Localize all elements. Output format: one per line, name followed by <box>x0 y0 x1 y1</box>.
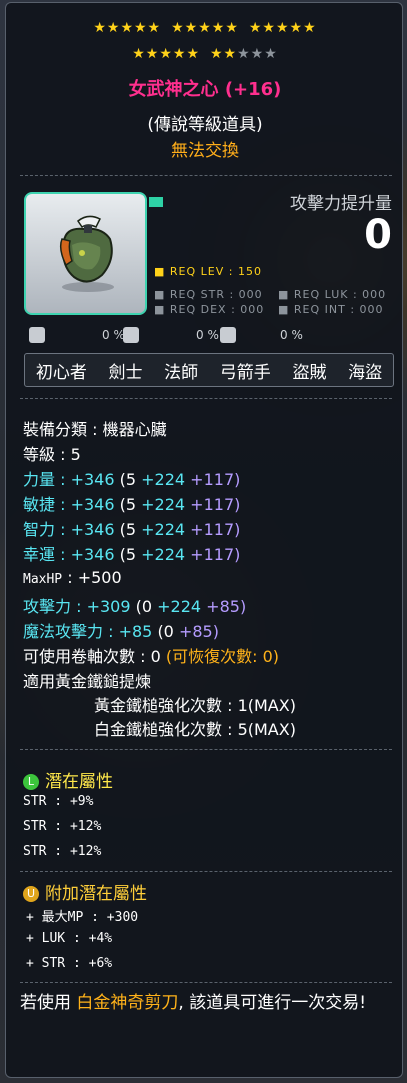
item-grade: (傳說等級道具) <box>147 115 263 135</box>
req-str: ■ REQ STR : 000 <box>154 288 263 301</box>
android-heart-icon <box>59 215 114 292</box>
job-pirate: 海盜 <box>348 362 383 383</box>
unique-additional-icon: U <box>23 886 39 902</box>
req-dex: ■ REQ DEX : 000 <box>154 303 265 316</box>
job-thief: 盜賊 <box>292 362 327 383</box>
upgrade-slots: 可使用卷軸次數 : 0 (可恢復次數: 0) <box>23 647 279 666</box>
mail-icon <box>123 327 139 343</box>
additional-potential-header: U 附加潛在屬性 <box>23 879 147 904</box>
item-level: 等級 : 5 <box>23 445 81 464</box>
item-name: 女武神之心 (+16) <box>128 79 282 100</box>
percent-2: 0 % <box>196 328 219 342</box>
stat-dex: 敏捷 : +346 (5 +224 +117) <box>23 495 241 514</box>
job-bowman: 弓箭手 <box>219 362 271 383</box>
legendary-potential-icon: L <box>23 774 39 790</box>
additional-line-2: + LUK : +4% <box>26 931 113 946</box>
percent-3: 0 % <box>280 328 303 342</box>
stat-str: 力量 : +346 (5 +224 +117) <box>23 470 241 489</box>
req-int: ■ REQ INT : 000 <box>278 303 384 316</box>
scroll-icon <box>29 327 45 343</box>
equip-category: 裝備分類 : 機器心臟 <box>23 420 167 439</box>
potential-line-2: STR : +12% <box>23 819 102 834</box>
star-force-row-1: ★★★★★ ★★★★★ ★★★★★ <box>93 20 317 36</box>
stat-int: 智力 : +346 (5 +224 +117) <box>23 520 241 539</box>
divider <box>20 175 392 176</box>
divider <box>20 982 392 983</box>
additional-line-1: + 最大MP : +300 <box>26 910 139 925</box>
potential-line-3: STR : +12% <box>23 844 102 859</box>
divider <box>20 749 392 750</box>
hammer-applied: 適用黃金鐵鎚提煉 <box>23 672 152 691</box>
trade-status: 無法交換 <box>171 141 239 161</box>
item-icon-frame <box>24 192 147 315</box>
stat-attack: 攻擊力 : +309 (0 +224 +85) <box>23 597 247 616</box>
req-level: ■ REQ LEV : 150 <box>154 265 262 278</box>
job-requirement-bar: 初心者 劍士 法師 弓箭手 盜賊 海盜 <box>24 353 394 387</box>
platinum-hammer-count: 白金鐵槌強化次數 : 5(MAX) <box>94 720 296 739</box>
potential-header: L 潛在屬性 <box>23 767 113 792</box>
stat-magic-attack: 魔法攻擊力 : +85 (0 +85) <box>23 622 219 641</box>
percent-1: 0 % <box>102 328 125 342</box>
stat-maxhp: MaxHP : +500 <box>23 568 122 587</box>
potential-line-1: STR : +9% <box>23 794 94 809</box>
star-force-row-2: ★★★★★ ★★★★★ <box>132 46 278 62</box>
gold-hammer-count: 黃金鐵槌強化次數 : 1(MAX) <box>94 696 296 715</box>
item-tooltip: ★★★★★ ★★★★★ ★★★★★ ★★★★★ ★★★★★ 女武神之心 (+16) (… <box>5 2 403 1078</box>
job-magician: 法師 <box>164 362 199 383</box>
divider <box>20 871 392 872</box>
attack-increase-value: 0 <box>364 212 392 258</box>
job-warrior: 劍士 <box>108 362 143 383</box>
additional-line-3: + STR : +6% <box>26 956 113 971</box>
divider <box>20 398 392 399</box>
shield-icon <box>220 327 236 343</box>
stat-luk: 幸運 : +346 (5 +224 +117) <box>23 545 241 564</box>
job-beginner: 初心者 <box>35 362 87 383</box>
req-luk: ■ REQ LUK : 000 <box>278 288 387 301</box>
scissor-note: 若使用 白金神奇剪刀, 該道具可進行一次交易! <box>20 993 367 1013</box>
legendary-flag-icon <box>149 197 163 207</box>
